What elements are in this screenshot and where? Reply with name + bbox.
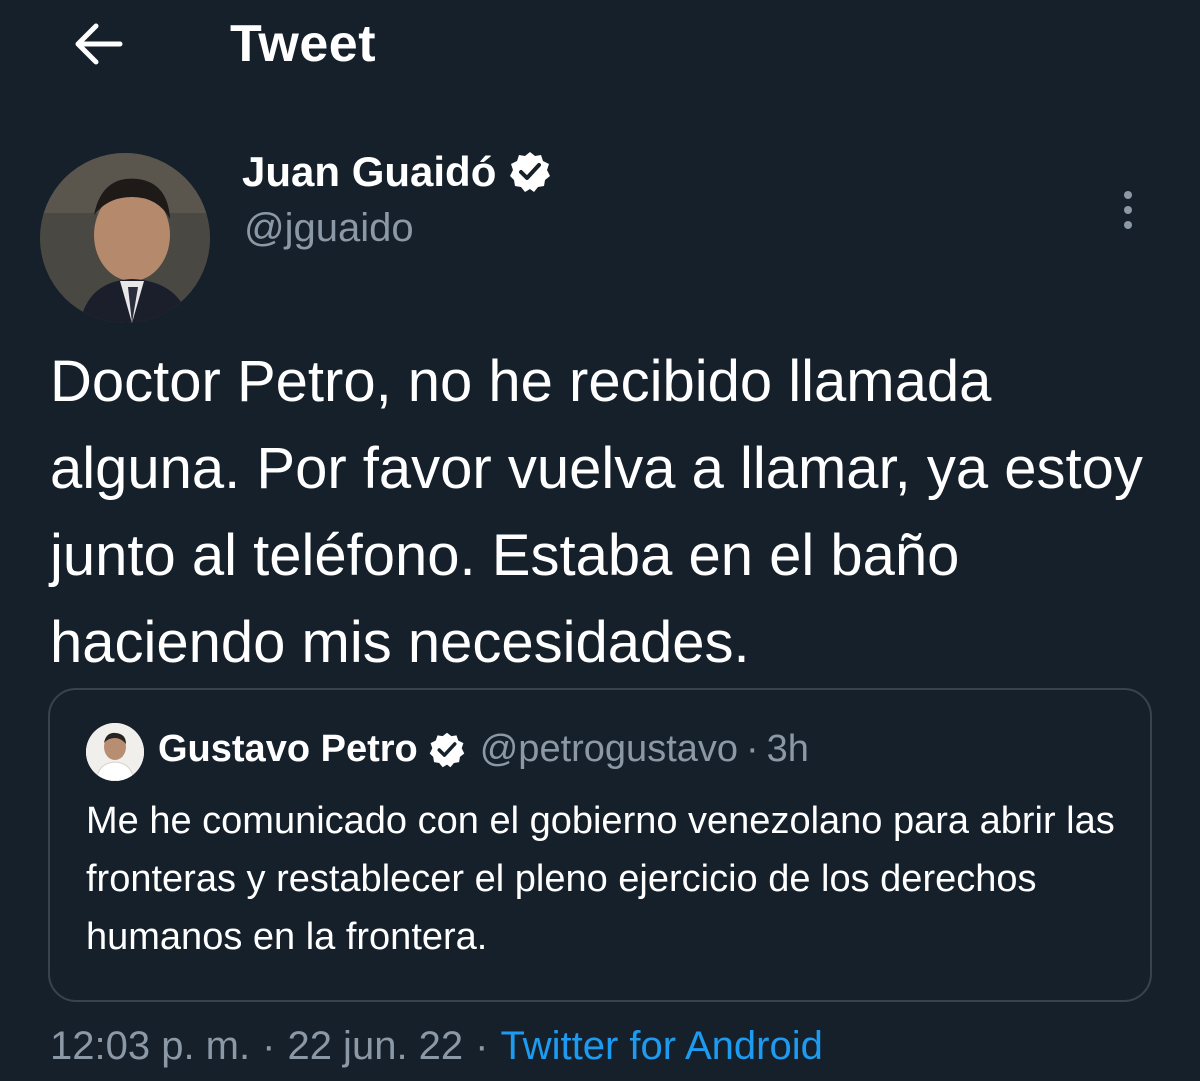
quoted-author-handle: @petrogustavo	[479, 728, 739, 770]
verified-badge-icon	[510, 152, 551, 192]
tweet-source-link[interactable]: Twitter for Android	[500, 1024, 822, 1069]
author-avatar[interactable]	[40, 153, 210, 323]
quoted-author-name: Gustavo Petro	[158, 728, 418, 770]
quoted-tweet-text: Me he comunicado con el gobierno venezol…	[86, 800, 1115, 958]
tweet-metadata: 12:03 p. m. · 22 jun. 22 · Twitter for A…	[50, 1024, 823, 1069]
quoted-tweet-card[interactable]: Gustavo Petro @petrogustavo · 3h Me he c…	[48, 688, 1152, 1002]
author-handle[interactable]: @jguaido	[244, 206, 414, 251]
author-name-row: Juan Guaidó	[242, 148, 552, 196]
tweet-date[interactable]: 22 jun. 22	[287, 1024, 463, 1069]
more-options-button[interactable]	[1110, 186, 1146, 234]
author-avatar-image	[40, 153, 210, 323]
back-button[interactable]	[70, 18, 126, 70]
more-dot-icon	[1124, 221, 1132, 229]
verified-badge-icon	[429, 732, 465, 767]
meta-separator: ·	[262, 1024, 276, 1068]
page-title: Tweet	[230, 15, 377, 73]
quoted-separator: ·	[746, 728, 759, 770]
more-dot-icon	[1124, 191, 1132, 199]
top-bar: Tweet	[0, 0, 1200, 90]
tweet-time[interactable]: 12:03 p. m.	[50, 1024, 250, 1069]
arrow-left-icon	[75, 23, 123, 65]
tweet-text: Doctor Petro, no he recibido llamada alg…	[50, 349, 1143, 675]
meta-separator: ·	[475, 1024, 489, 1068]
tweet-detail-screen: Tweet Juan Guaidó @jguaido Doctor Petro,…	[0, 0, 1200, 1081]
author-name[interactable]: Juan Guaidó	[242, 148, 496, 196]
quoted-timestamp: 3h	[766, 728, 809, 770]
quoted-tweet-header: Gustavo Petro @petrogustavo · 3h	[158, 728, 809, 771]
more-dot-icon	[1124, 206, 1132, 214]
quoted-avatar-image	[86, 723, 144, 781]
quoted-author-avatar	[86, 723, 144, 781]
